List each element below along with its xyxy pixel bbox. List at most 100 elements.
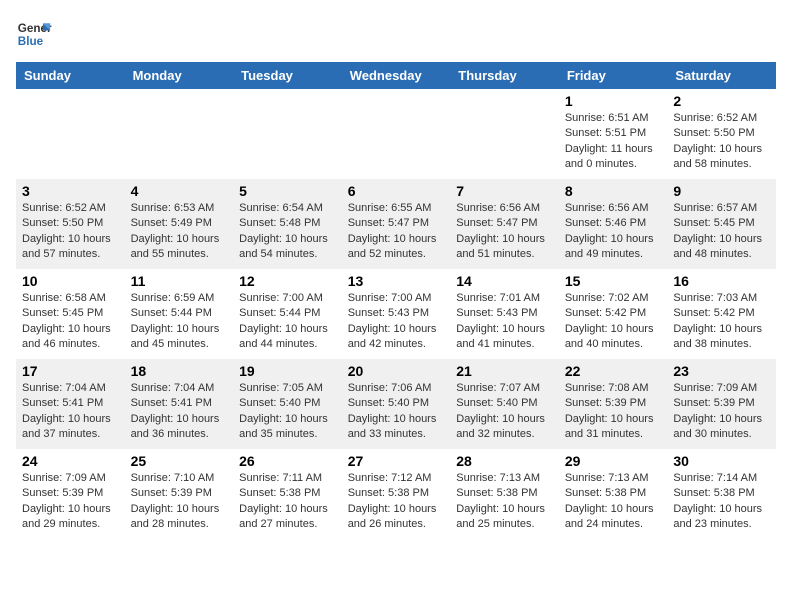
day-number: 10 bbox=[22, 273, 119, 289]
day-number: 28 bbox=[456, 453, 553, 469]
header-row: SundayMondayTuesdayWednesdayThursdayFrid… bbox=[16, 62, 776, 89]
day-info: Sunrise: 7:04 AM Sunset: 5:41 PM Dayligh… bbox=[131, 381, 228, 443]
calendar-cell: 3Sunrise: 6:52 AM Sunset: 5:50 PM Daylig… bbox=[16, 179, 125, 269]
header: General Blue bbox=[16, 16, 776, 52]
calendar-cell: 29Sunrise: 7:13 AM Sunset: 5:38 PM Dayli… bbox=[559, 449, 668, 539]
day-number: 21 bbox=[456, 363, 553, 379]
day-number: 17 bbox=[22, 363, 119, 379]
calendar-cell: 10 Sunrise: 6:58 AM Sunset: 5:45 PM Dayli… bbox=[16, 269, 125, 359]
day-info: Sunrise: 7:00 AM Sunset: 5:44 PM Dayligh… bbox=[239, 291, 336, 353]
day-number: 15 bbox=[565, 273, 662, 289]
day-info: Sunrise: 7:09 AM Sunset: 5:39 PM Dayligh… bbox=[22, 471, 119, 533]
weekday-header: Sunday bbox=[16, 62, 125, 89]
calendar-cell: 7Sunrise: 6:56 AM Sunset: 5:47 PM Daylig… bbox=[450, 179, 559, 269]
weekday-header: Monday bbox=[125, 62, 234, 89]
calendar-table: SundayMondayTuesdayWednesdayThursdayFrid… bbox=[16, 62, 776, 539]
day-info: Sunrise: 7:00 AM Sunset: 5:43 PM Dayligh… bbox=[348, 291, 445, 353]
weekday-header: Tuesday bbox=[233, 62, 342, 89]
calendar-cell: 16 Sunrise: 7:03 AM Sunset: 5:42 PM Dayli… bbox=[667, 269, 776, 359]
day-number: 7 bbox=[456, 183, 553, 199]
weekday-header: Saturday bbox=[667, 62, 776, 89]
day-number: 20 bbox=[348, 363, 445, 379]
day-info: Sunrise: 6:55 AM Sunset: 5:47 PM Dayligh… bbox=[348, 201, 445, 263]
day-info: Sunrise: 7:03 AM Sunset: 5:42 PM Dayligh… bbox=[673, 291, 770, 353]
week-row: 24 Sunrise: 7:09 AM Sunset: 5:39 PM Dayli… bbox=[16, 449, 776, 539]
day-info: Sunrise: 7:02 AM Sunset: 5:42 PM Dayligh… bbox=[565, 291, 662, 353]
day-info: Sunrise: 7:14 AM Sunset: 5:38 PM Dayligh… bbox=[673, 471, 770, 533]
calendar-cell: 4Sunrise: 6:53 AM Sunset: 5:49 PM Daylig… bbox=[125, 179, 234, 269]
logo-icon: General Blue bbox=[16, 16, 52, 52]
calendar-cell bbox=[125, 89, 234, 179]
calendar-cell: 19 Sunrise: 7:05 AM Sunset: 5:40 PM Dayli… bbox=[233, 359, 342, 449]
calendar-cell: 27 Sunrise: 7:12 AM Sunset: 5:38 PM Dayli… bbox=[342, 449, 451, 539]
calendar-cell: 13 Sunrise: 7:00 AM Sunset: 5:43 PM Dayli… bbox=[342, 269, 451, 359]
calendar-cell: 17 Sunrise: 7:04 AM Sunset: 5:41 PM Dayli… bbox=[16, 359, 125, 449]
day-number: 24 bbox=[22, 453, 119, 469]
calendar-cell: 8 Sunrise: 6:56 AM Sunset: 5:46 PM Daylig… bbox=[559, 179, 668, 269]
day-info: Sunrise: 7:01 AM Sunset: 5:43 PM Dayligh… bbox=[456, 291, 553, 353]
day-number: 12 bbox=[239, 273, 336, 289]
calendar-cell: 5 Sunrise: 6:54 AM Sunset: 5:48 PM Daylig… bbox=[233, 179, 342, 269]
weekday-header: Thursday bbox=[450, 62, 559, 89]
day-number: 25 bbox=[131, 453, 228, 469]
calendar-cell: 30Sunrise: 7:14 AM Sunset: 5:38 PM Dayli… bbox=[667, 449, 776, 539]
day-info: Sunrise: 7:08 AM Sunset: 5:39 PM Dayligh… bbox=[565, 381, 662, 443]
calendar-cell: 18 Sunrise: 7:04 AM Sunset: 5:41 PM Dayli… bbox=[125, 359, 234, 449]
calendar-cell: 12 Sunrise: 7:00 AM Sunset: 5:44 PM Dayli… bbox=[233, 269, 342, 359]
calendar-cell bbox=[16, 89, 125, 179]
calendar-cell: 24 Sunrise: 7:09 AM Sunset: 5:39 PM Dayli… bbox=[16, 449, 125, 539]
day-number: 14 bbox=[456, 273, 553, 289]
calendar-cell: 26 Sunrise: 7:11 AM Sunset: 5:38 PM Dayli… bbox=[233, 449, 342, 539]
week-row: 1 Sunrise: 6:51 AM Sunset: 5:51 PM Daylig… bbox=[16, 89, 776, 179]
day-number: 23 bbox=[673, 363, 770, 379]
calendar-cell: 25 Sunrise: 7:10 AM Sunset: 5:39 PM Dayli… bbox=[125, 449, 234, 539]
svg-text:Blue: Blue bbox=[18, 35, 44, 48]
day-info: Sunrise: 7:12 AM Sunset: 5:38 PM Dayligh… bbox=[348, 471, 445, 533]
day-number: 5 bbox=[239, 183, 336, 199]
day-number: 6 bbox=[348, 183, 445, 199]
day-info: Sunrise: 7:09 AM Sunset: 5:39 PM Dayligh… bbox=[673, 381, 770, 443]
calendar-cell: 22 Sunrise: 7:08 AM Sunset: 5:39 PM Dayli… bbox=[559, 359, 668, 449]
calendar-cell: 14 Sunrise: 7:01 AM Sunset: 5:43 PM Dayli… bbox=[450, 269, 559, 359]
day-number: 18 bbox=[131, 363, 228, 379]
day-info: Sunrise: 6:52 AM Sunset: 5:50 PM Dayligh… bbox=[22, 201, 119, 263]
calendar-cell: 2 Sunrise: 6:52 AM Sunset: 5:50 PM Daylig… bbox=[667, 89, 776, 179]
day-info: Sunrise: 7:13 AM Sunset: 5:38 PM Dayligh… bbox=[456, 471, 553, 533]
day-number: 8 bbox=[565, 183, 662, 199]
calendar-cell: 9Sunrise: 6:57 AM Sunset: 5:45 PM Daylig… bbox=[667, 179, 776, 269]
day-info: Sunrise: 7:05 AM Sunset: 5:40 PM Dayligh… bbox=[239, 381, 336, 443]
day-number: 1 bbox=[565, 93, 662, 109]
day-number: 16 bbox=[673, 273, 770, 289]
calendar-cell: 11Sunrise: 6:59 AM Sunset: 5:44 PM Dayli… bbox=[125, 269, 234, 359]
calendar-cell: 6 Sunrise: 6:55 AM Sunset: 5:47 PM Daylig… bbox=[342, 179, 451, 269]
week-row: 3Sunrise: 6:52 AM Sunset: 5:50 PM Daylig… bbox=[16, 179, 776, 269]
day-number: 13 bbox=[348, 273, 445, 289]
day-number: 22 bbox=[565, 363, 662, 379]
day-info: Sunrise: 6:52 AM Sunset: 5:50 PM Dayligh… bbox=[673, 111, 770, 173]
day-number: 29 bbox=[565, 453, 662, 469]
calendar-cell bbox=[342, 89, 451, 179]
week-row: 10 Sunrise: 6:58 AM Sunset: 5:45 PM Dayli… bbox=[16, 269, 776, 359]
day-info: Sunrise: 6:58 AM Sunset: 5:45 PM Dayligh… bbox=[22, 291, 119, 353]
day-number: 19 bbox=[239, 363, 336, 379]
calendar-cell: 15 Sunrise: 7:02 AM Sunset: 5:42 PM Dayli… bbox=[559, 269, 668, 359]
day-info: Sunrise: 7:04 AM Sunset: 5:41 PM Dayligh… bbox=[22, 381, 119, 443]
calendar-cell: 28 Sunrise: 7:13 AM Sunset: 5:38 PM Dayli… bbox=[450, 449, 559, 539]
day-info: Sunrise: 6:56 AM Sunset: 5:46 PM Dayligh… bbox=[565, 201, 662, 263]
day-number: 2 bbox=[673, 93, 770, 109]
day-info: Sunrise: 6:54 AM Sunset: 5:48 PM Dayligh… bbox=[239, 201, 336, 263]
calendar-cell: 23 Sunrise: 7:09 AM Sunset: 5:39 PM Dayli… bbox=[667, 359, 776, 449]
day-number: 11 bbox=[131, 273, 228, 289]
weekday-header: Wednesday bbox=[342, 62, 451, 89]
calendar-cell bbox=[450, 89, 559, 179]
calendar-cell: 21 Sunrise: 7:07 AM Sunset: 5:40 PM Dayli… bbox=[450, 359, 559, 449]
day-info: Sunrise: 7:11 AM Sunset: 5:38 PM Dayligh… bbox=[239, 471, 336, 533]
day-number: 9 bbox=[673, 183, 770, 199]
day-number: 26 bbox=[239, 453, 336, 469]
day-info: Sunrise: 6:53 AM Sunset: 5:49 PM Dayligh… bbox=[131, 201, 228, 263]
day-info: Sunrise: 6:51 AM Sunset: 5:51 PM Dayligh… bbox=[565, 111, 662, 173]
calendar-cell: 20Sunrise: 7:06 AM Sunset: 5:40 PM Dayli… bbox=[342, 359, 451, 449]
day-info: Sunrise: 7:07 AM Sunset: 5:40 PM Dayligh… bbox=[456, 381, 553, 443]
day-info: Sunrise: 7:10 AM Sunset: 5:39 PM Dayligh… bbox=[131, 471, 228, 533]
day-number: 27 bbox=[348, 453, 445, 469]
